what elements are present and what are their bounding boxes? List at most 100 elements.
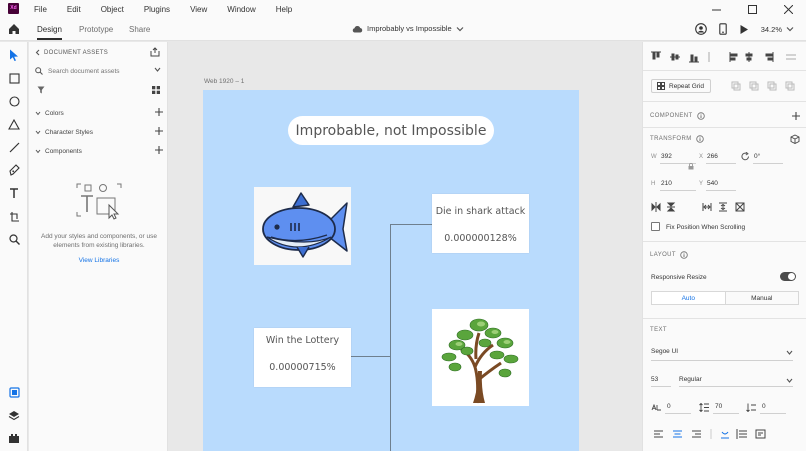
polygon-tool-icon[interactable]	[7, 117, 21, 131]
money-tree-image[interactable]	[432, 309, 529, 406]
rotation-field-underline	[753, 163, 783, 164]
assets-section-character-styles[interactable]: Character Styles	[35, 126, 163, 138]
rectangle-tool-icon[interactable]	[7, 71, 21, 85]
font-size-underline	[651, 386, 671, 387]
artboard-title[interactable]: Improbable, not Impossible	[288, 116, 494, 145]
chevron-down-icon	[35, 111, 41, 115]
home-icon[interactable]	[8, 23, 20, 35]
plus-icon[interactable]	[155, 127, 163, 135]
artboard-tool-icon[interactable]	[7, 209, 21, 223]
share-user-icon[interactable]	[694, 23, 707, 35]
transform-label: TRANSFORM	[650, 136, 692, 142]
lock-aspect-icon[interactable]	[688, 163, 694, 170]
assets-section-components[interactable]: Components	[35, 145, 163, 157]
pen-tool-icon[interactable]	[7, 163, 21, 177]
plugins-panel-icon[interactable]	[7, 431, 21, 445]
repeat-grid-button[interactable]: Repeat Grid	[651, 79, 711, 93]
align-toolbar	[643, 51, 806, 63]
menu-edit[interactable]: Edit	[67, 5, 81, 14]
tab-design[interactable]: Design	[37, 25, 62, 40]
close-icon[interactable]	[770, 0, 806, 18]
3d-transform-icon[interactable]	[790, 134, 800, 144]
info-icon[interactable]	[680, 251, 688, 259]
device-preview-icon[interactable]	[718, 23, 727, 35]
plus-icon[interactable]	[792, 112, 800, 120]
rotate-icon	[741, 152, 749, 161]
line-tool-icon[interactable]	[7, 140, 21, 154]
ellipse-tool-icon[interactable]	[7, 94, 21, 108]
card-title: Win the Lottery	[265, 335, 340, 346]
fix-position-row[interactable]: Fix Position When Scrolling	[651, 222, 801, 232]
menu-help[interactable]: Help	[276, 5, 292, 14]
assets-panel-icon[interactable]	[7, 385, 21, 399]
menu-view[interactable]: View	[190, 5, 207, 14]
layout-section-header: LAYOUT	[650, 250, 800, 260]
view-libraries-link[interactable]: View Libraries	[35, 257, 163, 264]
document-title[interactable]: Improbably vs Impossible	[352, 24, 468, 33]
paragraph-spacing-field[interactable]: 0	[762, 403, 766, 410]
search-input[interactable]	[48, 67, 148, 75]
font-weight-dropdown[interactable]: Regular	[679, 376, 793, 386]
responsive-resize-toggle[interactable]	[780, 272, 796, 281]
card-value: 0.00000715%	[269, 362, 336, 373]
x-field[interactable]: 266	[707, 153, 718, 160]
chevron-down-icon	[35, 130, 41, 134]
rotation-field[interactable]: 0°	[754, 153, 760, 160]
play-icon[interactable]	[739, 24, 749, 35]
tab-share[interactable]: Share	[129, 25, 150, 34]
line-spacing-field[interactable]: 70	[715, 403, 722, 410]
zoom-control[interactable]: 34.2%	[761, 25, 794, 34]
window-controls	[698, 0, 806, 18]
fix-position-checkbox[interactable]	[651, 222, 660, 231]
font-family-dropdown[interactable]: Segoe UI	[651, 348, 793, 358]
plus-icon[interactable]	[155, 146, 163, 154]
assets-header[interactable]: DOCUMENT ASSETS	[35, 49, 108, 56]
minimize-icon[interactable]	[698, 0, 734, 18]
text-tool-icon[interactable]	[7, 186, 21, 200]
shark-image[interactable]	[254, 187, 351, 265]
height-label: H	[651, 181, 656, 187]
connector-line[interactable]	[351, 356, 391, 357]
boolean-ops	[731, 81, 803, 91]
menu-file[interactable]: File	[34, 5, 47, 14]
divider	[643, 127, 806, 128]
maximize-icon[interactable]	[734, 0, 770, 18]
shark-attack-card[interactable]: Die in shark attack 0.000000128%	[432, 194, 529, 253]
plus-icon[interactable]	[155, 108, 163, 116]
height-field[interactable]: 210	[661, 180, 672, 187]
info-icon[interactable]	[696, 112, 705, 120]
manual-option[interactable]: Manual	[726, 292, 799, 304]
layers-panel-icon[interactable]	[7, 408, 21, 422]
lottery-card[interactable]: Win the Lottery 0.00000715%	[254, 328, 351, 387]
repeat-grid-label: Repeat Grid	[669, 82, 705, 90]
font-weight-underline	[679, 386, 793, 387]
artboard[interactable]: Improbable, not Impossible Die in shark …	[203, 90, 579, 451]
design-canvas[interactable]: Web 1920 – 1 Improbable, not Impossible …	[169, 42, 641, 451]
export-icon[interactable]	[150, 47, 160, 57]
filter-icon[interactable]	[37, 86, 45, 94]
select-tool-icon[interactable]	[7, 48, 21, 62]
info-icon[interactable]	[695, 135, 704, 143]
menu-window[interactable]: Window	[227, 5, 255, 14]
grid-view-icon[interactable]	[152, 86, 160, 94]
zoom-tool-icon[interactable]	[7, 232, 21, 246]
artboard-label[interactable]: Web 1920 – 1	[204, 78, 244, 85]
auto-option[interactable]: Auto	[652, 292, 726, 304]
chevron-down-icon[interactable]	[154, 67, 161, 72]
menu-object[interactable]: Object	[101, 5, 124, 14]
timeline-line[interactable]	[390, 224, 391, 451]
menu-plugins[interactable]: Plugins	[144, 5, 170, 14]
character-spacing-field[interactable]: 0	[667, 403, 671, 410]
assets-search[interactable]	[35, 64, 163, 78]
responsive-resize-row: Responsive Resize	[651, 272, 781, 282]
y-field[interactable]: 540	[707, 180, 718, 187]
fix-position-label: Fix Position When Scrolling	[666, 223, 746, 231]
tab-prototype[interactable]: Prototype	[79, 25, 113, 34]
connector-line[interactable]	[390, 224, 432, 225]
chevron-down-icon	[456, 26, 464, 31]
y-field-underline	[706, 190, 736, 191]
width-field[interactable]: 392	[661, 153, 672, 160]
assets-section-colors[interactable]: Colors	[35, 107, 163, 119]
width-label: W	[651, 154, 657, 160]
font-size-field[interactable]: 53	[651, 376, 658, 383]
